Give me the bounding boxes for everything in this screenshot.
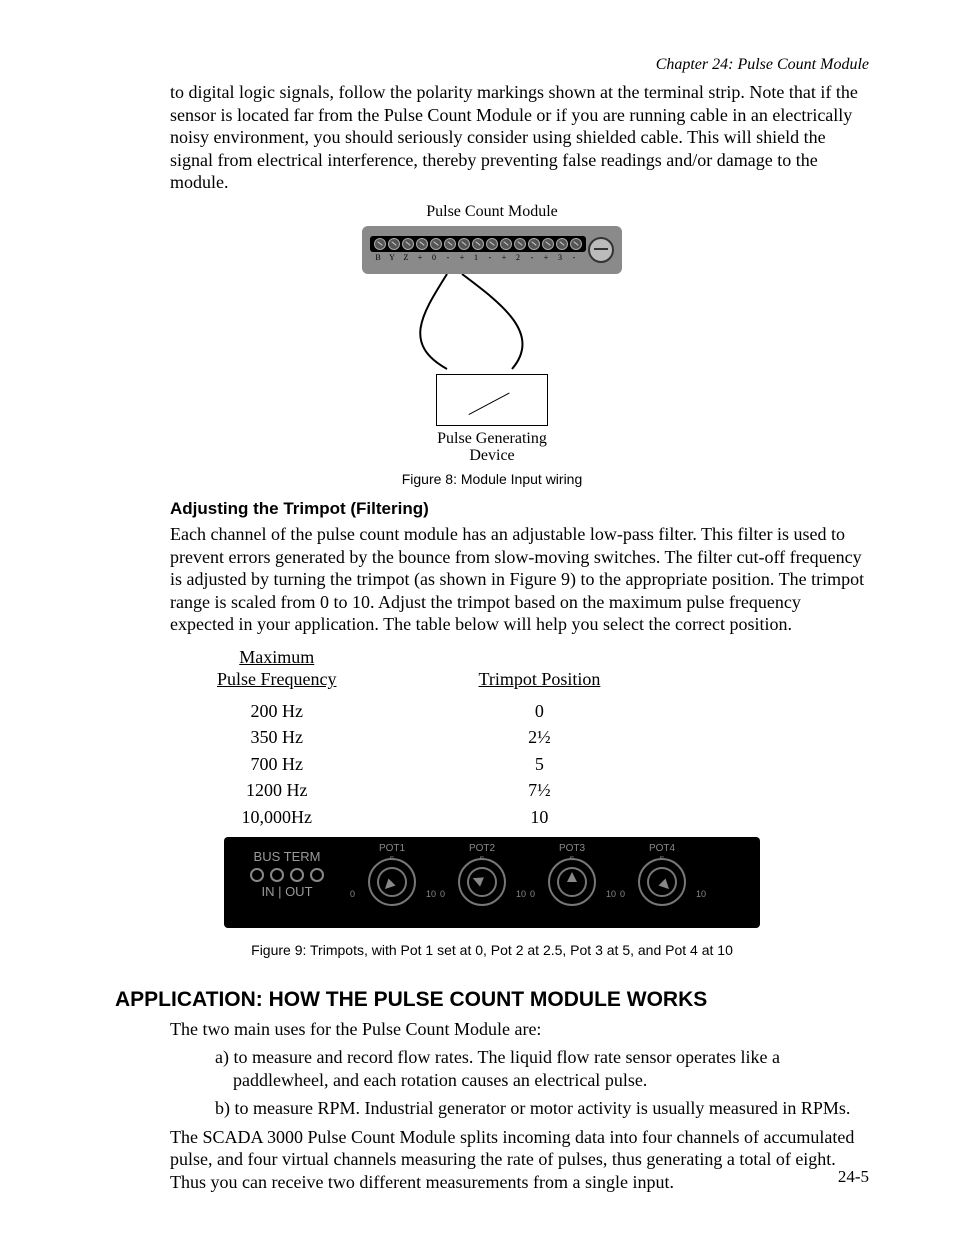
figure-8: Pulse Count Module BYZ +0- +1- +2- [115,202,869,465]
figure-8-caption: Figure 8: Module Input wiring [115,471,869,489]
page-number: 24-5 [838,1166,869,1187]
table-header-position: Trimpot Position [438,646,640,697]
pot-2: POT2 5 010 [442,843,522,906]
application-closing: The SCADA 3000 Pulse Count Module splits… [170,1126,869,1194]
figure-9-caption: Figure 9: Trimpots, with Pot 1 set at 0,… [115,942,869,960]
pot-4: POT4 5 010 [622,843,702,906]
pot-3: POT3 5 010 [532,843,612,906]
terminal-labels: BYZ +0- +1- +2- +3- [370,253,586,263]
chapter-header: Chapter 24: Pulse Count Module [115,55,869,75]
table-row: 10,000Hz10 [217,805,640,830]
table-row: 350 Hz2½ [217,725,640,750]
module-mounting-screw-icon [588,237,614,263]
bus-term-block: BUS TERM IN | OUT [232,850,342,899]
application-item-b: b) to measure RPM. Industrial generator … [215,1097,869,1120]
figure-9-trimpots: BUS TERM IN | OUT POT1 5 010 POT2 5 010 … [224,837,760,928]
trimpot-table: Maximum Pulse Frequency Trimpot Position… [215,644,642,832]
application-heading: APPLICATION: HOW THE PULSE COUNT MODULE … [115,987,869,1013]
table-row: 700 Hz5 [217,752,640,777]
trimpot-paragraph: Each channel of the pulse count module h… [170,523,869,636]
table-row: 200 Hz0 [217,699,640,724]
table-header-frequency: Maximum Pulse Frequency [217,646,436,697]
wiring-diagram-icon [392,274,592,374]
intro-paragraph: to digital logic signals, follow the pol… [170,81,869,194]
application-intro: The two main uses for the Pulse Count Mo… [170,1018,869,1041]
pot-1: POT1 5 010 [352,843,432,906]
pulse-generating-device-icon [436,374,548,426]
module-terminal-strip: BYZ +0- +1- +2- +3- [362,226,622,274]
trimpot-heading: Adjusting the Trimpot (Filtering) [170,498,869,519]
terminal-screws [370,236,586,252]
figure-8-device-label: Pulse Generating Device [362,430,622,465]
figure-8-title: Pulse Count Module [362,202,622,222]
table-row: 1200 Hz7½ [217,778,640,803]
application-item-a: a) to measure and record flow rates. The… [215,1046,869,1091]
